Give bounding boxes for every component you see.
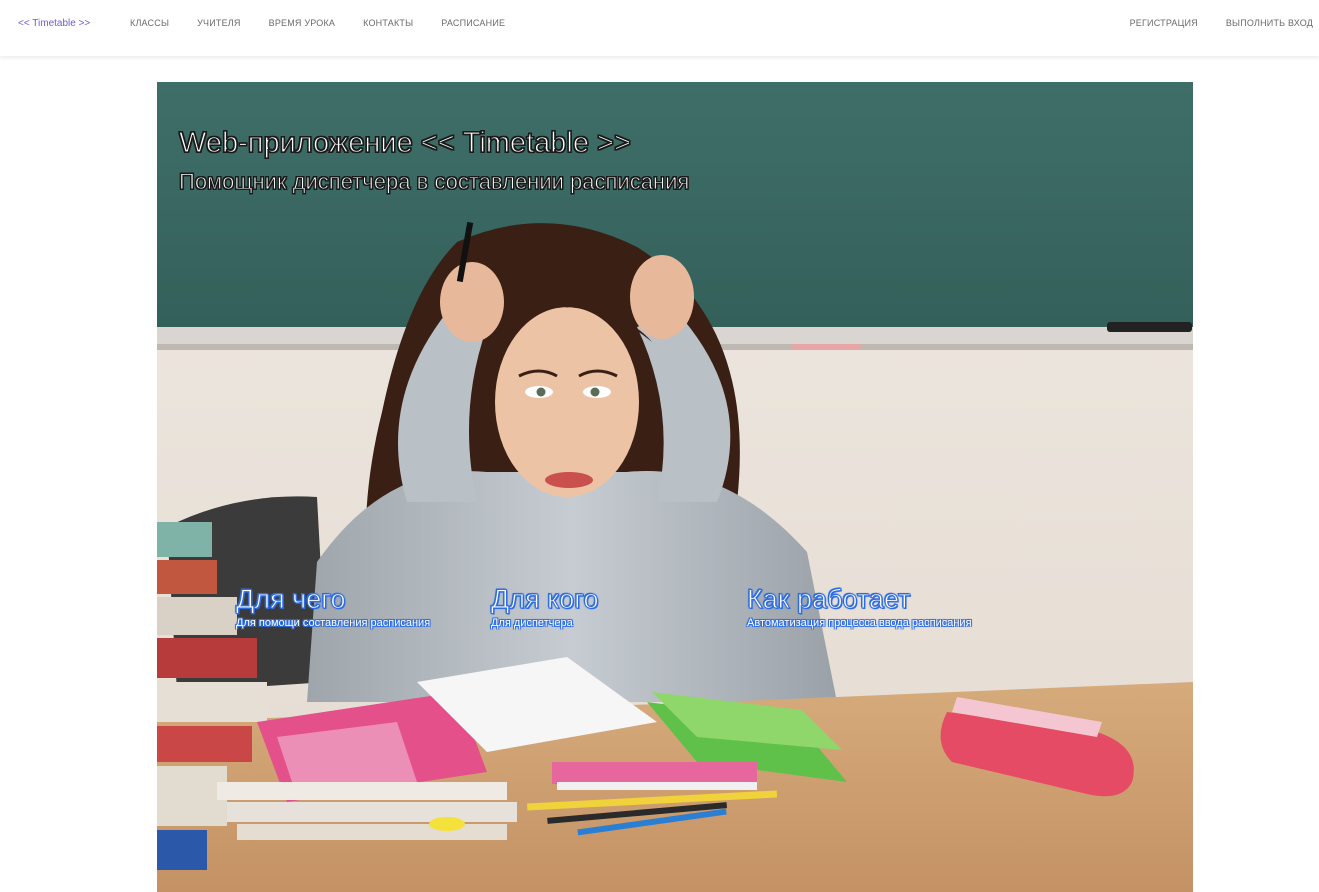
nav-link-contacts[interactable]: КОНТАКТЫ	[363, 18, 413, 28]
top-navbar: << Timetable >> КЛАССЫ УЧИТЕЛЯ ВРЕМЯ УРО…	[0, 0, 1319, 56]
feature-purpose: Для чего Для помощи составления расписан…	[236, 584, 436, 630]
nav-link-classes[interactable]: КЛАССЫ	[130, 18, 169, 28]
nav-link-lesson-time[interactable]: ВРЕМЯ УРОКА	[269, 18, 335, 28]
nav-right-links: РЕГИСТРАЦИЯ ВЫПОЛНИТЬ ВХОД	[1102, 18, 1313, 28]
feature-how-it-works: Как работает Автоматизация процесса ввод…	[747, 584, 977, 630]
feature-purpose-text: Для помощи составления расписания	[236, 617, 431, 629]
hero-photo-stressed-teacher	[157, 82, 1193, 892]
feature-purpose-title: Для чего	[236, 584, 347, 615]
feature-audience-title: Для кого	[491, 584, 600, 615]
hero-subtitle: Помощник диспетчера в составлении распис…	[179, 169, 690, 195]
nav-link-teachers[interactable]: УЧИТЕЛЯ	[197, 18, 241, 28]
hero-title: Web-приложение << Timetable >>	[178, 126, 631, 159]
nav-link-register[interactable]: РЕГИСТРАЦИЯ	[1130, 18, 1198, 28]
feature-audience: Для кого Для диспетчера	[491, 584, 691, 630]
feature-how-it-works-title: Как работает	[747, 584, 912, 615]
nav-link-schedule[interactable]: РАСПИСАНИЕ	[441, 18, 505, 28]
hero-banner: Web-приложение << Timetable >> Помощник …	[157, 82, 1193, 892]
brand-link[interactable]: << Timetable >>	[18, 18, 90, 29]
nav-link-login[interactable]: ВЫПОЛНИТЬ ВХОД	[1226, 18, 1313, 28]
feature-how-it-works-text: Автоматизация процесса ввода расписания	[747, 617, 972, 629]
nav-left-links: КЛАССЫ УЧИТЕЛЯ ВРЕМЯ УРОКА КОНТАКТЫ РАСП…	[130, 18, 533, 28]
feature-audience-text: Для диспетчера	[491, 617, 573, 629]
